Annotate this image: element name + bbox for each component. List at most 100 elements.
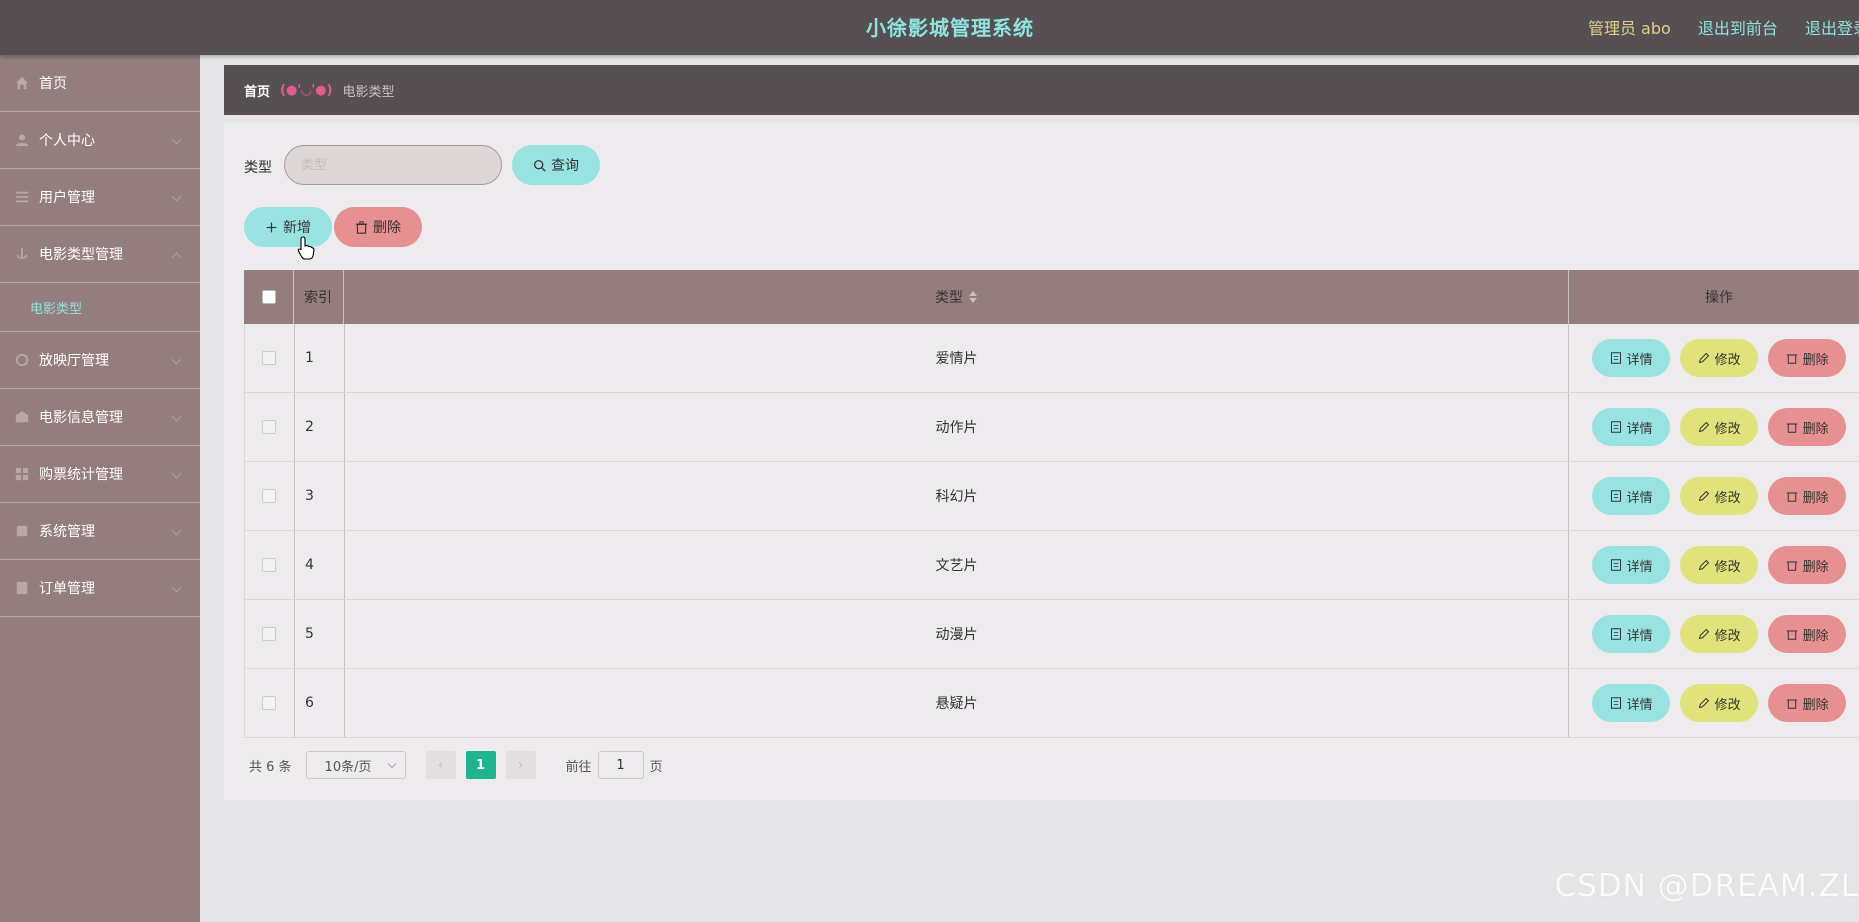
pencil-icon <box>1698 628 1709 640</box>
trash-icon <box>355 220 368 234</box>
row-type: 动作片 <box>345 393 1570 461</box>
table-row: 6 悬疑片 详情 修改 删除 <box>244 669 1859 738</box>
goto-prefix: 前往 <box>565 759 592 775</box>
exit-to-front-link[interactable]: 退出到前台 <box>1698 19 1778 38</box>
sort-icon[interactable] <box>969 291 977 303</box>
sidebar-item-system[interactable]: 系统管理 <box>0 503 200 560</box>
pencil-icon <box>1698 697 1709 709</box>
sidebar-item-users[interactable]: 用户管理 <box>0 169 200 226</box>
row-type: 文艺片 <box>345 531 1570 599</box>
trash-icon <box>1786 699 1797 709</box>
row-checkbox-cell <box>245 324 295 392</box>
logout-link[interactable]: 退出登录 <box>1805 19 1859 38</box>
search-icon <box>533 159 546 172</box>
sidebar-item-label: 电影信息管理 <box>39 410 123 426</box>
edit-button[interactable]: 修改 <box>1680 339 1759 377</box>
edit-button[interactable]: 修改 <box>1680 684 1759 722</box>
sidebar-item-label: 系统管理 <box>39 524 95 540</box>
document-icon <box>1610 421 1621 433</box>
edit-button[interactable]: 修改 <box>1680 546 1759 584</box>
row-checkbox[interactable] <box>262 351 277 365</box>
chevron-up-icon <box>171 252 182 263</box>
edit-label: 修改 <box>1714 421 1741 437</box>
chevron-down-icon <box>171 411 182 422</box>
edit-button[interactable]: 修改 <box>1680 477 1759 515</box>
header-actions: 管理员 abo 退出到前台 退出登录 <box>1566 15 1859 39</box>
pencil-icon <box>1698 421 1709 433</box>
detail-button[interactable]: 详情 <box>1592 408 1671 446</box>
row-checkbox-cell <box>245 600 295 668</box>
detail-button[interactable]: 详情 <box>1592 339 1671 377</box>
row-actions: 详情 修改 删除 <box>1569 600 1859 668</box>
row-checkbox[interactable] <box>262 627 277 641</box>
page-size-select[interactable]: 10条/页 <box>305 751 406 779</box>
edit-button[interactable]: 修改 <box>1680 615 1759 653</box>
detail-button[interactable]: 详情 <box>1592 684 1671 722</box>
query-button[interactable]: 查询 <box>512 145 600 185</box>
query-button-label: 查询 <box>551 157 579 173</box>
document-icon <box>1610 352 1621 364</box>
detail-button[interactable]: 详情 <box>1592 615 1671 653</box>
row-type: 爱情片 <box>345 324 1570 392</box>
detail-label: 详情 <box>1626 352 1653 368</box>
sidebar-subitem-movie-type[interactable]: 电影类型 <box>0 283 200 332</box>
batch-delete-button[interactable]: 删除 <box>334 207 422 247</box>
table-row: 4 文艺片 详情 修改 删除 <box>244 531 1859 600</box>
sidebar-item-home[interactable]: 首页 <box>0 55 200 112</box>
breadcrumb-home[interactable]: 首页 <box>244 81 270 100</box>
sidebar-item-ticket-stats[interactable]: 购票统计管理 <box>0 446 200 503</box>
delete-button[interactable]: 删除 <box>1768 477 1847 515</box>
select-all-checkbox[interactable] <box>261 290 276 304</box>
delete-label: 删除 <box>1802 490 1829 506</box>
type-search-input[interactable] <box>284 145 502 185</box>
movie-type-table: 索引 类型 操作 1 爱情片 详情 修改 删除 2 动作片 详情 修改 删除 3… <box>244 270 1859 738</box>
hand-cursor-icon <box>297 236 315 260</box>
detail-label: 详情 <box>1626 559 1653 575</box>
detail-label: 详情 <box>1626 421 1653 437</box>
row-checkbox[interactable] <box>262 420 277 434</box>
delete-label: 删除 <box>1802 628 1829 644</box>
pencil-icon <box>1698 352 1709 364</box>
delete-button[interactable]: 删除 <box>1768 408 1847 446</box>
sidebar: 首页 个人中心 用户管理 电影类型管理 电影类型 放映厅管理 电影信息管理 购票… <box>0 55 200 922</box>
sidebar-item-label: 电影类型管理 <box>39 247 123 263</box>
page-number-current[interactable]: 1 <box>465 751 496 779</box>
goto-page-input[interactable] <box>597 751 644 779</box>
header-checkbox-cell <box>244 270 294 324</box>
sidebar-item-orders[interactable]: 订单管理 <box>0 560 200 617</box>
chevron-down-icon <box>171 191 182 202</box>
row-checkbox[interactable] <box>262 489 277 503</box>
top-header: 小徐影城管理系统 管理员 abo 退出到前台 退出登录 <box>0 0 1859 55</box>
delete-button[interactable]: 删除 <box>1768 615 1847 653</box>
row-actions: 详情 修改 删除 <box>1569 393 1859 461</box>
sidebar-item-profile[interactable]: 个人中心 <box>0 112 200 169</box>
delete-button[interactable]: 删除 <box>1768 684 1847 722</box>
sidebar-item-halls[interactable]: 放映厅管理 <box>0 332 200 389</box>
detail-button[interactable]: 详情 <box>1592 546 1671 584</box>
delete-label: 删除 <box>1802 697 1829 713</box>
sidebar-item-movie-types[interactable]: 电影类型管理 <box>0 226 200 283</box>
hall-icon <box>14 352 30 368</box>
trash-icon <box>1786 423 1797 433</box>
table-row: 2 动作片 详情 修改 删除 <box>244 393 1859 462</box>
detail-label: 详情 <box>1626 628 1653 644</box>
table-row: 5 动漫片 详情 修改 删除 <box>244 600 1859 669</box>
row-checkbox[interactable] <box>262 558 277 572</box>
delete-label: 删除 <box>1802 421 1829 437</box>
edit-label: 修改 <box>1714 697 1741 713</box>
header-type-label: 类型 <box>935 290 963 306</box>
plus-icon <box>266 222 277 232</box>
row-actions: 详情 修改 删除 <box>1569 324 1859 392</box>
detail-button[interactable]: 详情 <box>1592 477 1671 515</box>
edit-button[interactable]: 修改 <box>1680 408 1759 446</box>
add-button[interactable]: 新增 <box>244 207 332 247</box>
row-actions: 详情 修改 删除 <box>1569 669 1859 737</box>
delete-button[interactable]: 删除 <box>1768 339 1847 377</box>
sidebar-item-movies[interactable]: 电影信息管理 <box>0 389 200 446</box>
prev-page-button[interactable]: ‹ <box>425 751 456 779</box>
row-checkbox[interactable] <box>262 696 277 710</box>
delete-button[interactable]: 删除 <box>1768 546 1847 584</box>
header-type[interactable]: 类型 <box>344 270 1569 324</box>
home-icon <box>14 75 30 91</box>
next-page-button[interactable]: › <box>505 751 536 779</box>
